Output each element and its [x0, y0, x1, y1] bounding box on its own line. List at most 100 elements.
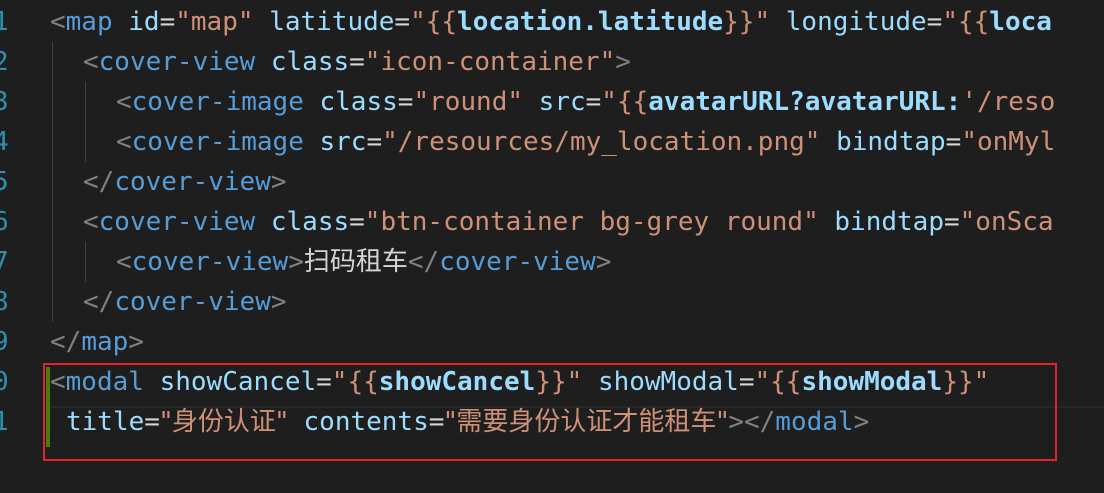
code-token: cover-view: [98, 47, 256, 77]
indent-guide: [85, 82, 86, 122]
code-token: =: [349, 47, 365, 77]
code-token: >: [270, 287, 287, 317]
line-number: 0: [0, 367, 9, 397]
code-line[interactable]: </cover-view>: [83, 282, 287, 322]
code-token: "{{: [942, 7, 990, 37]
code-token: "btn-container bg-grey round": [364, 207, 819, 237]
code-token: =: [394, 7, 411, 37]
code-token: cover-image: [131, 127, 304, 157]
code-token: <: [116, 127, 132, 157]
code-token: </: [83, 167, 115, 197]
code-token: >: [615, 47, 631, 77]
code-token: "{{: [601, 87, 649, 117]
code-token: =: [585, 87, 602, 117]
code-token: cover-view: [98, 207, 256, 237]
code-token: }}": [723, 7, 771, 37]
indent-guide: [52, 82, 53, 122]
code-token: >: [595, 247, 612, 277]
code-token: <: [83, 47, 99, 77]
code-token: avatarURL?avatarURL:: [648, 87, 962, 117]
code-token: <: [116, 87, 132, 117]
code-token: class: [319, 87, 398, 117]
code-token: =: [926, 7, 943, 37]
code-token: loca: [989, 7, 1052, 37]
line-number: 1: [0, 7, 9, 37]
code-token: =: [366, 127, 383, 157]
code-line[interactable]: </map>: [50, 322, 144, 362]
code-token: bindtap: [836, 127, 946, 157]
code-token: src: [319, 127, 367, 157]
code-line[interactable]: </cover-view>: [83, 162, 287, 202]
code-token: <: [83, 207, 99, 237]
indent-guide: [52, 282, 53, 322]
indent-guide: [52, 162, 53, 202]
code-token: class: [270, 207, 350, 237]
code-token: =: [945, 127, 962, 157]
code-token: src: [538, 87, 586, 117]
code-token: location.latitude: [457, 7, 724, 37]
line-number: 3: [0, 87, 9, 117]
code-token: cover-view: [439, 247, 596, 277]
code-token: "round": [413, 87, 524, 117]
code-token: "{{: [410, 7, 458, 37]
code-token: =: [349, 207, 365, 237]
indent-guide: [52, 122, 53, 162]
indent-guide: [85, 242, 86, 282]
code-token: cover-view: [114, 287, 271, 317]
indent-guide: [52, 202, 53, 242]
code-token: =: [159, 7, 176, 37]
line-number-gutter: 1 2 3 4 5 6 7 8 9 0 1: [0, 0, 14, 493]
code-line[interactable]: <cover-view class="icon-container">: [83, 42, 631, 82]
code-token: =: [397, 87, 414, 117]
code-token: <: [50, 7, 66, 37]
code-token: "map": [175, 7, 254, 37]
code-token: class: [270, 47, 350, 77]
line-number: 9: [0, 327, 9, 357]
code-line[interactable]: <cover-view class="btn-container bg-grey…: [83, 202, 1054, 242]
code-token: "/resources/my_location.png": [382, 127, 821, 157]
code-token: </: [50, 327, 82, 357]
code-token: latitude: [269, 7, 395, 37]
code-token: cover-view: [114, 167, 271, 197]
line-number: 8: [0, 287, 9, 317]
line-number: 1: [0, 407, 9, 437]
indent-guide: [52, 242, 53, 282]
code-token: map: [65, 7, 113, 37]
code-line[interactable]: <cover-view>扫码租车</cover-view>: [116, 242, 611, 282]
code-token: "onMyl: [961, 127, 1056, 157]
code-token: 扫码租车: [303, 247, 408, 277]
line-number: 6: [0, 207, 9, 237]
code-token: bindtap: [834, 207, 944, 237]
code-token: >: [128, 327, 144, 357]
line-number: 7: [0, 247, 9, 277]
code-token: map: [81, 327, 129, 357]
code-line[interactable]: <cover-image class="round" src="{{avatar…: [116, 82, 1055, 122]
code-line[interactable]: <cover-image src="/resources/my_location…: [116, 122, 1055, 162]
code-token: longitude: [785, 7, 927, 37]
code-token: =: [943, 207, 960, 237]
code-token: "onSca: [959, 207, 1054, 237]
code-token: </: [407, 247, 440, 277]
code-token: <: [116, 247, 132, 277]
code-token: "icon-container": [364, 47, 616, 77]
code-token: cover-image: [131, 87, 304, 117]
code-token: </: [83, 287, 115, 317]
code-token: >: [270, 167, 287, 197]
code-editor[interactable]: 12345678901 <map id="map" latitude="{{lo…: [0, 0, 1104, 493]
code-token: id: [128, 7, 160, 37]
code-token: cover-view: [131, 247, 289, 277]
line-number: 4: [0, 127, 9, 157]
indent-guide: [85, 122, 86, 162]
code-line[interactable]: <map id="map" latitude="{{location.latit…: [50, 2, 1052, 42]
line-number: 5: [0, 167, 9, 197]
code-token: >: [288, 247, 304, 277]
